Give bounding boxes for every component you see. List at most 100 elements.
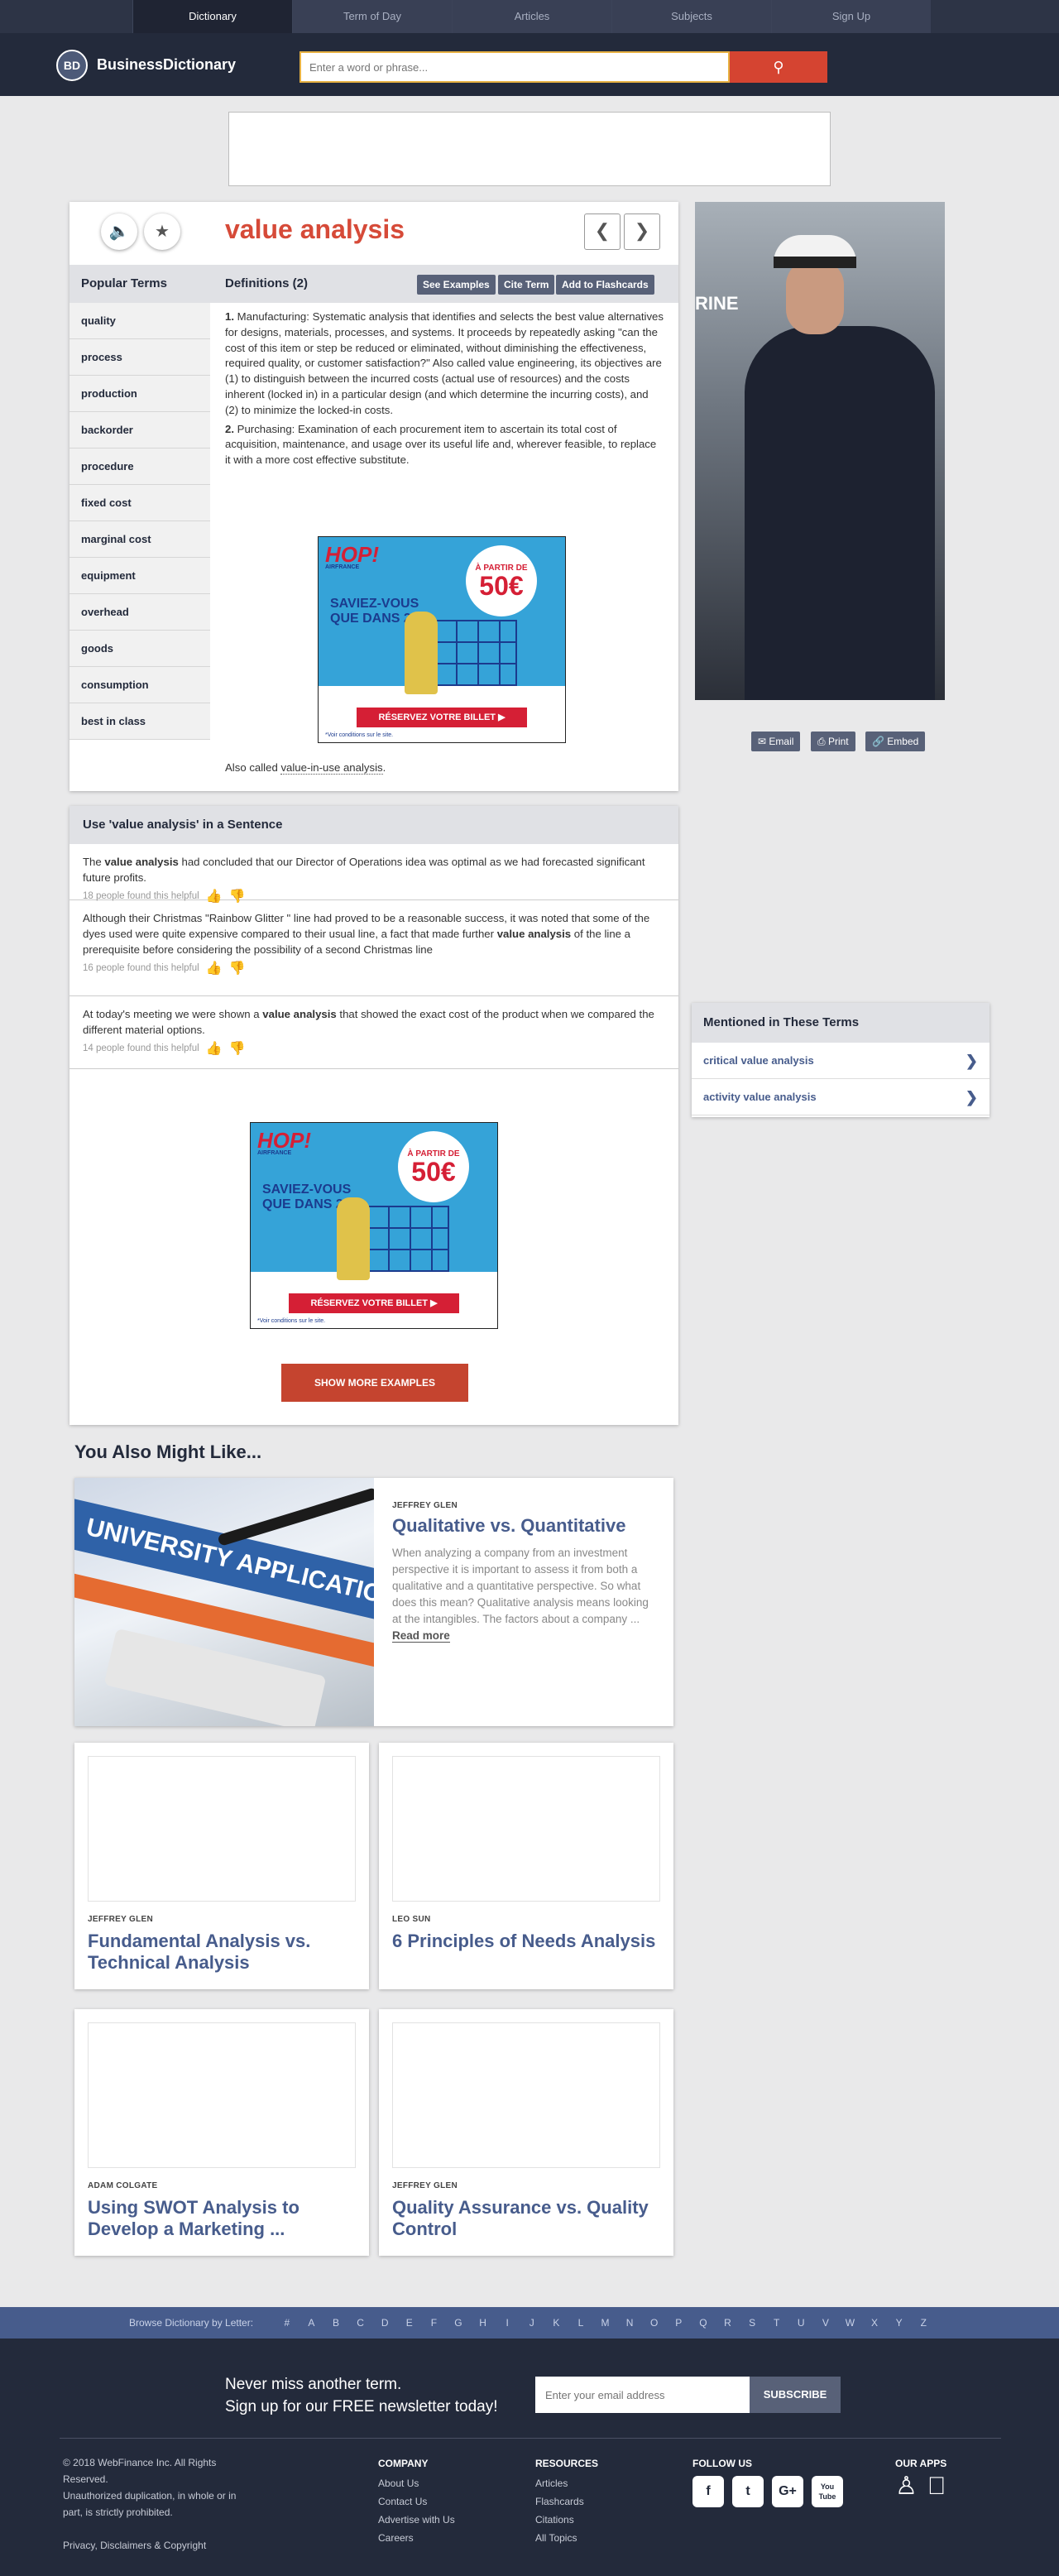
letter-link[interactable]: O xyxy=(642,2307,667,2339)
letter-link[interactable]: W xyxy=(838,2307,863,2339)
letter-link[interactable]: G xyxy=(446,2307,471,2339)
previous-term-button[interactable]: ❮ xyxy=(584,213,621,250)
letter-link[interactable]: # xyxy=(275,2307,299,2339)
letter-link[interactable]: B xyxy=(323,2307,348,2339)
popular-term-item[interactable]: goods xyxy=(69,631,210,667)
embed-button[interactable]: 🔗 Embed xyxy=(865,732,926,751)
facebook-icon[interactable]: f xyxy=(692,2476,724,2507)
popular-term-item[interactable]: equipment xyxy=(69,558,210,594)
popular-term-item[interactable]: fixed cost xyxy=(69,485,210,521)
popular-term-item[interactable]: process xyxy=(69,339,210,376)
article-title[interactable]: Fundamental Analysis vs. Technical Analy… xyxy=(88,1931,356,1974)
letter-link[interactable]: T xyxy=(764,2307,789,2339)
search-input[interactable] xyxy=(299,51,730,83)
tab-term-of-day[interactable]: Term of Day xyxy=(292,0,452,33)
letter-link[interactable]: E xyxy=(397,2307,422,2339)
thumbs-down-icon[interactable]: 👎 xyxy=(229,961,246,976)
pronounce-button[interactable]: 🔈 xyxy=(101,213,137,250)
tab-articles[interactable]: Articles xyxy=(452,0,611,33)
newsletter-email-input[interactable] xyxy=(535,2377,750,2413)
print-button[interactable]: ⎙ Print xyxy=(811,732,855,751)
letter-link[interactable]: Y xyxy=(887,2307,912,2339)
letter-link[interactable]: H xyxy=(471,2307,496,2339)
article-title[interactable]: 6 Principles of Needs Analysis xyxy=(392,1931,660,1952)
search-button[interactable]: ⚲ xyxy=(730,51,827,83)
popular-term-item[interactable]: best in class xyxy=(69,703,210,740)
inline-advertisement[interactable]: HOP! AIRFRANCE À PARTIR DE 50€ SAVIEZ-VOUS… xyxy=(250,1122,498,1329)
letter-link[interactable]: J xyxy=(520,2307,544,2339)
article-title[interactable]: Qualitative vs. Quantitative xyxy=(392,1515,657,1537)
footer-link[interactable]: Articles xyxy=(535,2474,598,2492)
mentioned-term-item[interactable]: critical value analysis ❯ xyxy=(692,1043,990,1079)
favorite-button[interactable]: ★ xyxy=(144,213,180,250)
article-title[interactable]: Quality Assurance vs. Quality Control xyxy=(392,2197,660,2240)
letter-link[interactable]: A xyxy=(299,2307,324,2339)
show-more-examples-button[interactable]: SHOW MORE EXAMPLES xyxy=(281,1364,468,1402)
letter-link[interactable]: N xyxy=(617,2307,642,2339)
thumbs-up-icon[interactable]: 👍 xyxy=(206,961,223,976)
mentioned-term-item[interactable]: activity value analysis ❯ xyxy=(692,1079,990,1115)
add-to-flashcards-button[interactable]: Add to Flashcards xyxy=(556,275,654,295)
popular-term-item[interactable]: production xyxy=(69,376,210,412)
ad-cta-button[interactable]: RÉSERVEZ VOTRE BILLET ▶ xyxy=(289,1293,459,1313)
next-term-button[interactable]: ❯ xyxy=(624,213,660,250)
footer-link[interactable]: Contact Us xyxy=(378,2492,455,2511)
tab-subjects[interactable]: Subjects xyxy=(611,0,771,33)
footer-link[interactable]: Citations xyxy=(535,2511,598,2529)
popular-term-item[interactable]: marginal cost xyxy=(69,521,210,558)
thumbs-down-icon[interactable]: 👎 xyxy=(229,1041,246,1057)
popular-term-item[interactable]: quality xyxy=(69,303,210,339)
popular-term-item[interactable]: consumption xyxy=(69,667,210,703)
popular-term-item[interactable]: procedure xyxy=(69,449,210,485)
footer-link[interactable]: Flashcards xyxy=(535,2492,598,2511)
article-title[interactable]: Using SWOT Analysis to Develop a Marketi… xyxy=(88,2197,356,2240)
letter-link[interactable]: D xyxy=(372,2307,397,2339)
thumbs-up-icon[interactable]: 👍 xyxy=(206,1041,223,1057)
tab-dictionary[interactable]: Dictionary xyxy=(132,0,292,33)
popular-term-item[interactable]: backorder xyxy=(69,412,210,449)
letter-link[interactable]: Q xyxy=(691,2307,716,2339)
letter-link[interactable]: U xyxy=(788,2307,813,2339)
letter-link[interactable]: X xyxy=(862,2307,887,2339)
logo-name[interactable]: BusinessDictionary xyxy=(97,56,236,74)
letter-link[interactable]: Z xyxy=(911,2307,936,2339)
read-more-link[interactable]: Read more xyxy=(392,1629,450,1643)
footer-link[interactable]: About Us xyxy=(378,2474,455,2492)
youtube-icon[interactable]: You Tube xyxy=(812,2476,843,2507)
footer-link[interactable]: Careers xyxy=(378,2529,455,2547)
letter-link[interactable]: P xyxy=(667,2307,692,2339)
cite-term-button[interactable]: Cite Term xyxy=(498,275,555,295)
twitter-icon[interactable]: t xyxy=(732,2476,764,2507)
article-card[interactable]: ADAM COLGATE Using SWOT Analysis to Devel… xyxy=(74,2009,369,2256)
featured-article-card[interactable]: UNIVERSITY APPLICATION JEFFREY GLEN Qual… xyxy=(74,1478,673,1726)
privacy-link[interactable]: Privacy, Disclaimers & Copyright xyxy=(63,2537,253,2554)
letter-link[interactable]: F xyxy=(422,2307,447,2339)
tab-sign-up[interactable]: Sign Up xyxy=(771,0,931,33)
article-card[interactable]: JEFFREY GLEN Quality Assurance vs. Qualit… xyxy=(379,2009,673,2256)
footer-link[interactable]: All Topics xyxy=(535,2529,598,2547)
article-card[interactable]: LEO SUN 6 Principles of Needs Analysis xyxy=(379,1743,673,1989)
also-called-link[interactable]: value-in-use analysis xyxy=(280,761,383,775)
logo-mark[interactable]: BD xyxy=(56,50,88,81)
inline-advertisement[interactable]: HOP! AIRFRANCE À PARTIR DE 50€ SAVIEZ-VOUS… xyxy=(318,536,566,743)
letter-link[interactable]: K xyxy=(544,2307,569,2339)
letter-link[interactable]: I xyxy=(495,2307,520,2339)
letter-link[interactable]: R xyxy=(716,2307,740,2339)
letter-link[interactable]: M xyxy=(593,2307,618,2339)
ad-cta-button[interactable]: RÉSERVEZ VOTRE BILLET ▶ xyxy=(357,708,527,727)
google-plus-icon[interactable]: G+ xyxy=(772,2476,803,2507)
helpful-count: 16 people found this helpful xyxy=(83,963,199,973)
footer-link[interactable]: Advertise with Us xyxy=(378,2511,455,2529)
see-examples-button[interactable]: See Examples xyxy=(417,275,496,295)
popular-term-item[interactable]: overhead xyxy=(69,594,210,631)
letter-link[interactable]: V xyxy=(813,2307,838,2339)
subscribe-button[interactable]: SUBSCRIBE xyxy=(750,2377,841,2413)
email-share-button[interactable]: ✉ Email xyxy=(751,732,801,751)
letter-link[interactable]: L xyxy=(568,2307,593,2339)
letter-link[interactable]: C xyxy=(348,2307,373,2339)
sidebar-advertisement[interactable]: RINE xyxy=(695,202,945,700)
article-card[interactable]: JEFFREY GLEN Fundamental Analysis vs. Tec… xyxy=(74,1743,369,1989)
android-icon[interactable]: ♙ xyxy=(895,2474,918,2499)
apple-icon[interactable]:  xyxy=(927,2474,946,2499)
letter-link[interactable]: S xyxy=(740,2307,764,2339)
